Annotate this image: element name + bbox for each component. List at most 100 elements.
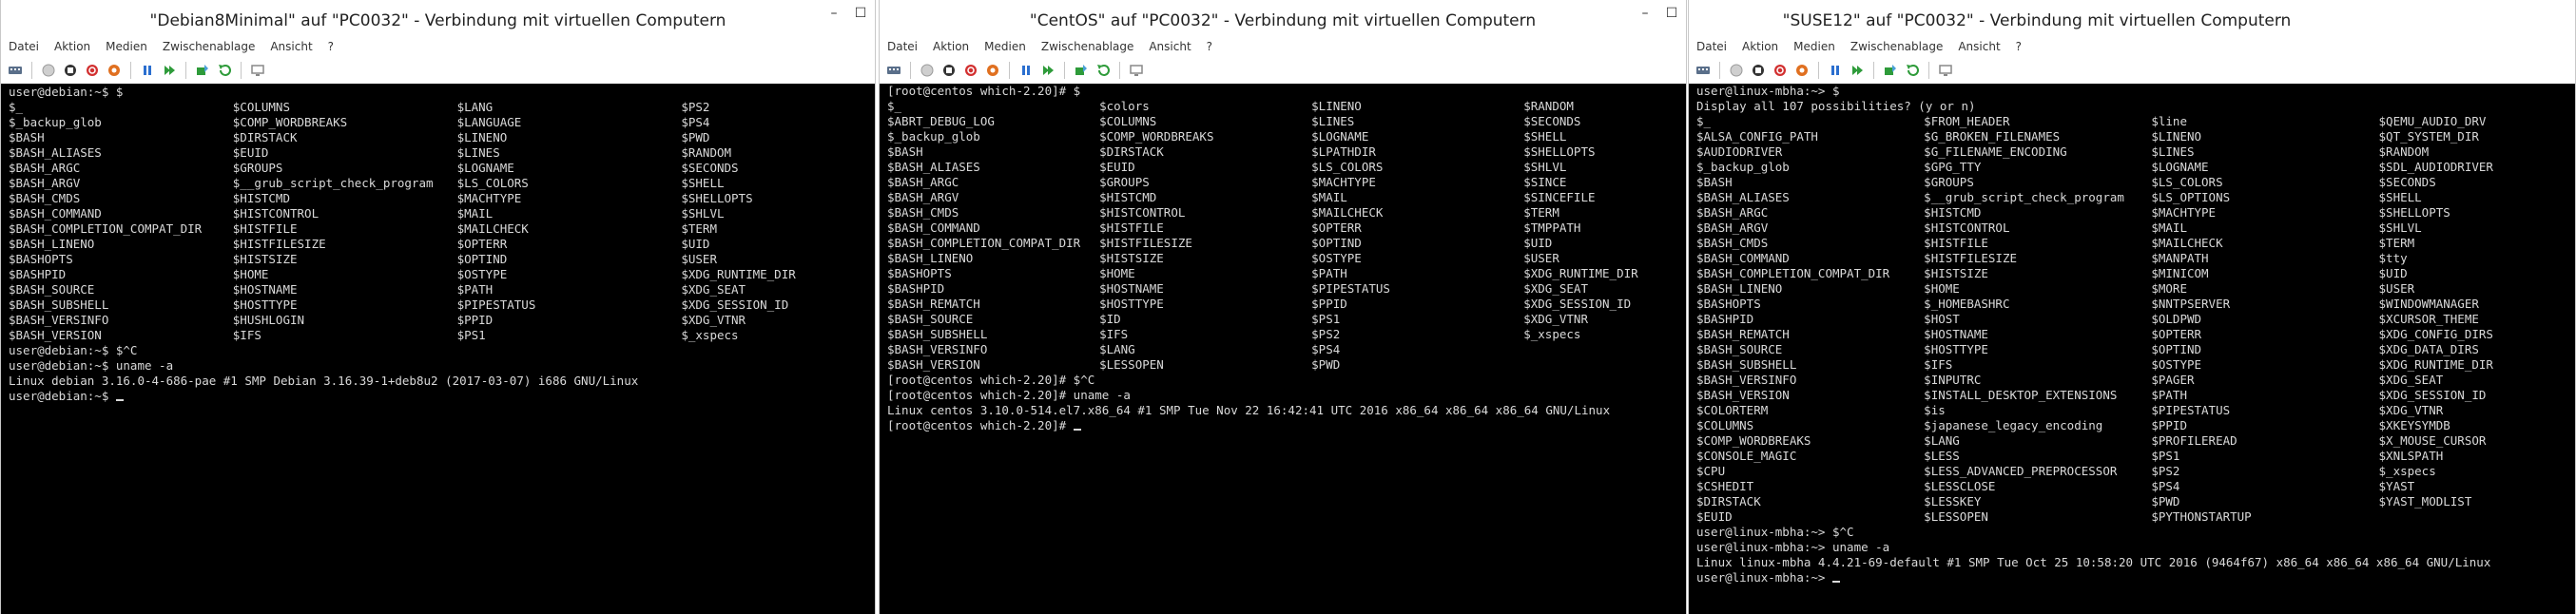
completion-entry: $_	[1696, 114, 1712, 128]
pause-icon[interactable]	[1017, 62, 1035, 79]
menu-zwischenablage[interactable]: Zwischenablage	[1041, 40, 1133, 53]
terminal-screen[interactable]: user@linux-mbha:~> $ Display all 107 poss…	[1689, 84, 2575, 614]
menu-aktion[interactable]: Aktion	[1742, 40, 1778, 53]
completion-entry: $UID	[1523, 236, 1553, 250]
shut-down-icon[interactable]	[962, 62, 979, 79]
ctrl-alt-del-icon[interactable]	[1695, 62, 1712, 79]
toolbar-separator	[31, 62, 32, 79]
reset-icon[interactable]	[1039, 62, 1056, 79]
completion-entry: $HOSTNAME	[232, 282, 298, 297]
menu-help[interactable]: ?	[328, 40, 334, 53]
completion-row: $BASH_VERSINFO $LANG $PS4	[887, 342, 1678, 357]
ctrl-alt-del-icon[interactable]	[885, 62, 902, 79]
save-state-icon[interactable]	[984, 62, 1001, 79]
completion-row: $BASH_VERSINFO $HUSHLOGIN $PPID $XDG_VTNR	[9, 313, 867, 328]
completion-entry: $DIRSTACK	[1696, 494, 1761, 508]
menu-datei[interactable]: Datei	[887, 40, 918, 53]
terminal-screen[interactable]: [root@centos which-2.20]# $ $_ $colors $LIN…	[880, 84, 1686, 614]
shut-down-icon[interactable]	[1772, 62, 1789, 79]
menu-ansicht[interactable]: Ansicht	[1958, 40, 2000, 53]
completion-entry: $OPTIND	[2151, 342, 2202, 356]
save-state-icon[interactable]	[1793, 62, 1811, 79]
completion-entry: $XDG_RUNTIME_DIR	[1523, 266, 1638, 280]
revert-icon[interactable]	[1094, 62, 1112, 79]
reset-icon[interactable]	[161, 62, 178, 79]
menu-aktion[interactable]: Aktion	[54, 40, 90, 53]
shut-down-icon[interactable]	[84, 62, 101, 79]
completion-entry: $PPID	[2151, 418, 2187, 432]
checkpoint-icon[interactable]	[1882, 62, 1899, 79]
pause-icon[interactable]	[1827, 62, 1844, 79]
menu-help[interactable]: ?	[2016, 40, 2022, 53]
menu-datei[interactable]: Datei	[9, 40, 39, 53]
toolbar-separator	[1119, 62, 1120, 79]
turn-off-icon[interactable]	[1750, 62, 1767, 79]
menu-aktion[interactable]: Aktion	[933, 40, 969, 53]
menu-ansicht[interactable]: Ansicht	[1149, 40, 1191, 53]
completion-entry: $PYTHONSTARTUP	[2151, 509, 2252, 524]
enhanced-session-icon[interactable]	[1937, 62, 1954, 79]
completion-row: $BASH_COMMAND $HISTFILESIZE $MANPATH $tty	[1696, 251, 2567, 266]
menu-medien[interactable]: Medien	[984, 40, 1026, 53]
completion-entry: $HOSTNAME	[1924, 327, 1988, 341]
menu-help[interactable]: ?	[1207, 40, 1212, 53]
completion-entry: $HUSHLOGIN	[232, 313, 305, 327]
terminal-line: user@debian:~$	[9, 389, 867, 404]
completion-entry: $MACHTYPE	[2151, 205, 2217, 220]
completion-entry: $SHELL	[1523, 129, 1567, 144]
menu-zwischenablage[interactable]: Zwischenablage	[1850, 40, 1943, 53]
reset-icon[interactable]	[1849, 62, 1866, 79]
terminal-screen[interactable]: user@debian:~$ $ $_ $COLUMNS $LANG $PS2 $_bac…	[1, 84, 875, 614]
completion-entry: $COLORTERM	[1696, 403, 1769, 417]
completion-entry: $_HOMEBASHRC	[1924, 297, 2010, 311]
menu-datei[interactable]: Datei	[1696, 40, 1727, 53]
checkpoint-icon[interactable]	[1073, 62, 1090, 79]
completion-entry: $BASH_VERSION	[1696, 388, 1790, 402]
start-icon[interactable]	[919, 62, 936, 79]
completion-entry: $PROFILEREAD	[2151, 433, 2237, 448]
menu-zwischenablage[interactable]: Zwischenablage	[163, 40, 255, 53]
completion-entry: $HISTSIZE	[232, 252, 298, 266]
save-state-icon[interactable]	[106, 62, 123, 79]
completion-entry: $ALSA_CONFIG_PATH	[1696, 129, 1818, 144]
completion-entry: $HOME	[1099, 266, 1135, 280]
turn-off-icon[interactable]	[940, 62, 958, 79]
menu-ansicht[interactable]: Ansicht	[270, 40, 312, 53]
minimize-button[interactable]: –	[822, 2, 846, 25]
menu-medien[interactable]: Medien	[1793, 40, 1835, 53]
completion-entry: $MAIL	[456, 206, 494, 221]
turn-off-icon[interactable]	[62, 62, 79, 79]
completion-entry: $MAILCHECK	[2151, 236, 2223, 250]
pause-icon[interactable]	[139, 62, 156, 79]
start-icon[interactable]	[1728, 62, 1745, 79]
completion-entry: $MACHTYPE	[456, 191, 522, 205]
enhanced-session-icon[interactable]	[249, 62, 266, 79]
completion-entry: $LINES	[1311, 114, 1355, 128]
completion-entry: $BASH_ALIASES	[1696, 190, 1790, 204]
maximize-button[interactable]: ☐	[848, 2, 873, 25]
ctrl-alt-del-icon[interactable]	[7, 62, 24, 79]
enhanced-session-icon[interactable]	[1128, 62, 1145, 79]
completion-entry: $INSTALL_DESKTOP_EXTENSIONS	[1924, 388, 2118, 402]
vm-window-centos: "CentOS" auf "PC0032" - Verbindung mit v…	[879, 0, 1687, 614]
completion-row: $BASH_VERSION $INSTALL_DESKTOP_EXTENSIONS…	[1696, 388, 2567, 403]
completion-row: $BASH_ARGC $GROUPS $MACHTYPE $SINCE	[887, 175, 1678, 190]
completion-row: $_ $FROM_HEADER $line $QEMU_AUDIO_DRV	[1696, 114, 2567, 129]
completion-entry: $XDG_VTNR	[1523, 312, 1588, 326]
text-cursor	[1073, 429, 1081, 431]
start-icon[interactable]	[40, 62, 57, 79]
completion-entry: $YAST_MODLIST	[2378, 494, 2472, 508]
completion-entry: $SECONDS	[681, 161, 739, 175]
revert-icon[interactable]	[216, 62, 233, 79]
completion-row: $BASH_SUBSHELL $IFS $OSTYPE $XDG_RUNTIME_DI…	[1696, 357, 2567, 373]
revert-icon[interactable]	[1904, 62, 1921, 79]
completion-entry: $XDG_RUNTIME_DIR	[681, 267, 796, 281]
completion-entry: $PPID	[456, 313, 494, 327]
completion-entry: $HOME	[232, 267, 269, 281]
checkpoint-icon[interactable]	[194, 62, 211, 79]
completion-entry: $COLUMNS	[232, 100, 290, 114]
completion-entry: $OPTERR	[1311, 221, 1362, 235]
menu-medien[interactable]: Medien	[106, 40, 147, 53]
toolbar	[1689, 57, 2575, 85]
completion-entry: $BASH_ARGV	[1696, 221, 1769, 235]
